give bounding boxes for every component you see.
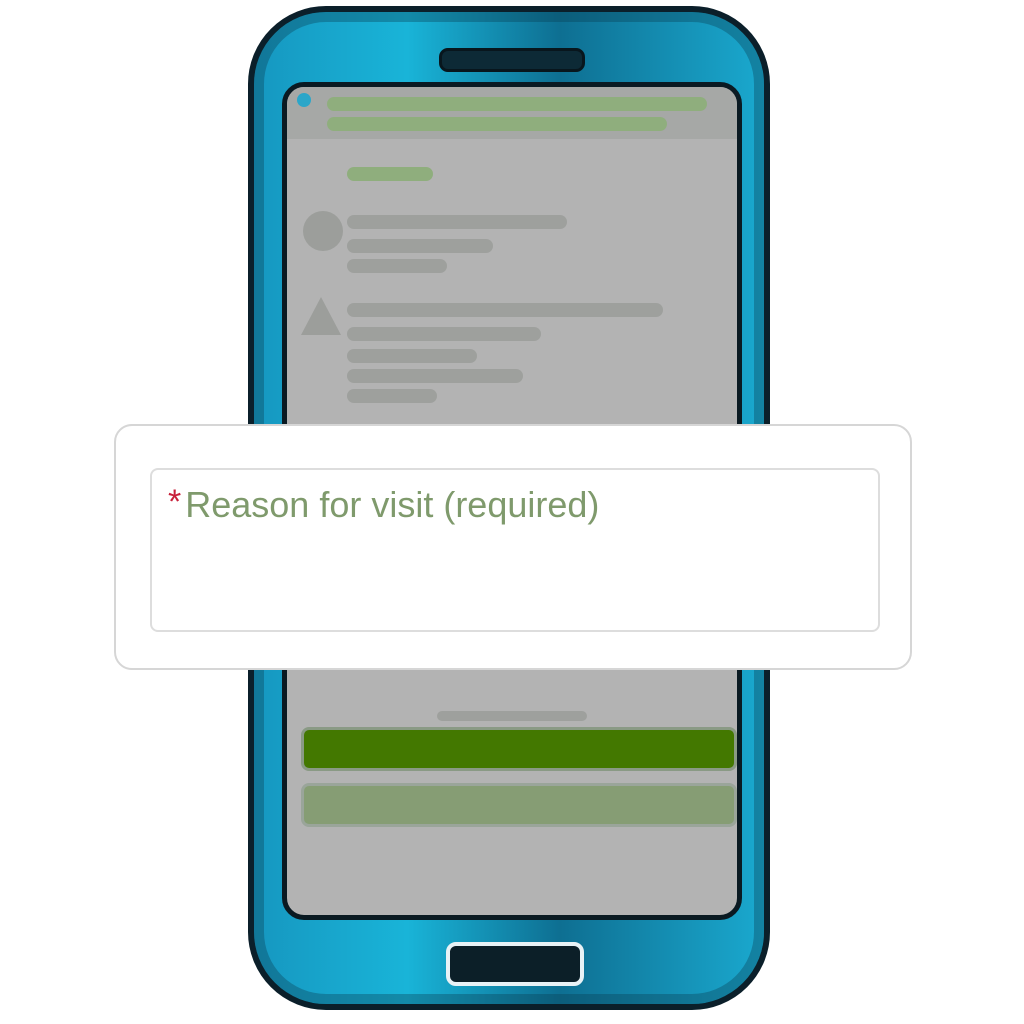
home-button[interactable]: [446, 942, 584, 986]
reason-for-visit-placeholder: Reason for visit (required): [185, 484, 600, 525]
list-item-line-placeholder: [347, 349, 477, 363]
reason-for-visit-field[interactable]: * Reason for visit (required): [150, 468, 880, 632]
required-marker: *: [168, 483, 182, 521]
hint-text-placeholder: [437, 711, 587, 721]
list-item-line-placeholder: [347, 327, 541, 341]
list-item-line-placeholder: [347, 239, 493, 253]
list-item-line-placeholder: [347, 259, 447, 273]
person-avatar-icon: [303, 211, 343, 251]
list-item-line-placeholder: [347, 369, 523, 383]
warning-triangle-icon: [301, 297, 341, 335]
top-bar-subtitle-placeholder: [327, 117, 667, 131]
earpiece-speaker: [439, 48, 585, 72]
app-indicator-icon: [297, 93, 311, 107]
list-item-line-placeholder: [347, 389, 437, 403]
reason-popup: * Reason for visit (required): [114, 424, 912, 670]
app-top-bar: [287, 87, 737, 139]
top-bar-title-placeholder: [327, 97, 707, 111]
list-item-title-placeholder: [347, 215, 567, 229]
secondary-action-button[interactable]: [301, 783, 737, 827]
list-item-title-placeholder: [347, 303, 663, 317]
primary-action-button[interactable]: [301, 727, 737, 771]
section-heading-placeholder: [347, 167, 433, 181]
